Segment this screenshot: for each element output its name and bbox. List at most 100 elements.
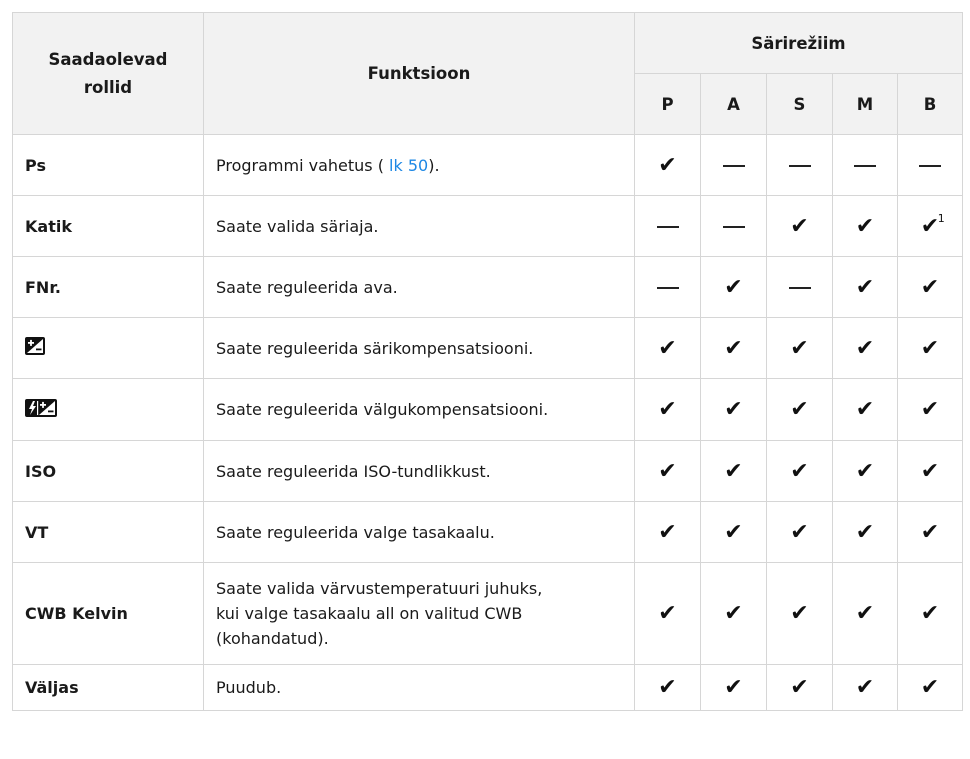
check-icon: ✔ [658, 675, 677, 700]
header-mode-group: Särirežiim [633, 12, 964, 74]
check-icon: ✔ [920, 519, 940, 545]
mode-cell-s: ✔ [766, 195, 833, 257]
header-function: Funktsioon [203, 12, 635, 135]
header-roles: Saadaolevad rollid [12, 12, 204, 135]
role-cell: Katik [12, 195, 204, 257]
function-text-line: Saate valida värvustemperatuuri juhuks, [216, 579, 543, 598]
mode-cell-p [634, 195, 701, 257]
mode-cell-a: ✔ [700, 317, 767, 379]
check-icon: ✔ [790, 335, 809, 361]
function-cell: Saate reguleerida ava. [203, 256, 635, 318]
mode-cell-m: ✔ [832, 378, 898, 441]
mode-cell-s: ✔ [766, 317, 833, 379]
check-icon: ✔ [790, 397, 809, 422]
table-row: FNr. Saate reguleerida ava. ✔ ✔ ✔ [12, 256, 964, 318]
header-mode-b: B [896, 73, 964, 135]
mode-cell-a: ✔ [700, 501, 767, 563]
function-cell: Saate reguleerida särikompensatsiooni. [203, 317, 635, 379]
function-cell: Saate reguleerida valge tasakaalu. [203, 501, 635, 563]
check-icon: ✔ [658, 335, 677, 361]
table-row: Väljas Puudub. ✔ ✔ ✔ ✔ ✔ [12, 664, 964, 711]
check-icon: ✔ [790, 519, 809, 545]
mode-cell-m: ✔ [832, 562, 898, 665]
mode-cell-s: ✔ [766, 501, 833, 563]
mode-cell-m: ✔ [832, 664, 898, 711]
check-icon: ✔ [920, 458, 940, 484]
table-row: Katik Saate valida säriaja. ✔ ✔ ✔ 1 [12, 195, 964, 257]
function-text: Saate reguleerida ava. [216, 277, 398, 297]
check-icon: ✔ [855, 397, 875, 422]
mode-cell-b [896, 134, 964, 196]
dash-icon [722, 165, 745, 167]
check-icon: ✔ [724, 519, 743, 545]
mode-cell-b: ✔ [896, 440, 964, 502]
table-row: Saate reguleerida välgukompensatsiooni. ✔… [12, 378, 964, 441]
check-icon: ✔ [658, 519, 677, 545]
role-cell: ISO [12, 440, 204, 502]
check-icon: ✔ [920, 675, 940, 700]
function-text: Puudub. [216, 678, 282, 697]
mode-cell-m: ✔ [832, 256, 898, 318]
check-icon: ✔ [658, 601, 677, 626]
role-label: VT [25, 522, 49, 542]
function-cell: Saate reguleerida välgukompensatsiooni. [203, 378, 635, 441]
check-icon: ✔ [658, 458, 677, 484]
mode-cell-b: ✔ [896, 664, 964, 711]
mode-cell-s [766, 134, 833, 196]
mode-cell-b: ✔ [896, 317, 964, 379]
mode-cell-a [700, 195, 767, 257]
role-cell: VT [12, 501, 204, 563]
dash-icon [656, 226, 679, 228]
check-icon: ✔ [724, 335, 743, 361]
mode-cell-p: ✔ [634, 562, 701, 665]
function-text: Saate reguleerida välgukompensatsiooni. [216, 400, 549, 419]
function-cell: Puudub. [203, 664, 635, 711]
check-icon: ✔ [724, 601, 743, 626]
mode-cell-a: ✔ [700, 256, 767, 318]
dash-icon [919, 165, 941, 167]
check-icon: ✔ [920, 601, 940, 626]
role-label: FNr. [25, 277, 62, 297]
role-cell: CWB Kelvin [12, 562, 204, 665]
check-icon: ✔ [855, 335, 875, 361]
check-icon: ✔ [724, 397, 743, 422]
mode-cell-b: ✔ 1 [896, 195, 964, 257]
mode-cell-b: ✔ [896, 501, 964, 563]
check-icon: ✔ 1 [920, 211, 945, 239]
check-icon: ✔ [790, 213, 809, 239]
mode-cell-a: ✔ [700, 562, 767, 665]
table-row: VT Saate reguleerida valge tasakaalu. ✔ ✔ ✔ ✔… [12, 501, 964, 563]
check-icon: ✔ [855, 213, 875, 239]
dash-icon [722, 226, 745, 228]
role-label: Ps [25, 155, 46, 175]
function-text-pre: Programmi vahetus ( [216, 155, 390, 175]
mode-cell-s: ✔ [766, 440, 833, 502]
check-icon: ✔ [724, 458, 743, 484]
check-icon: ✔ [855, 519, 875, 545]
roles-table: Saadaolevad rollid Funktsioon Särirežiim… [12, 12, 964, 711]
role-cell: Ps [12, 134, 204, 196]
function-text: Saate reguleerida ISO-tundlikkust. [216, 461, 491, 481]
function-cell: Programmi vahetus ( lk 50). [203, 134, 635, 196]
mode-cell-m: ✔ [832, 317, 898, 379]
header-roles-label: Saadaolevad rollid [48, 49, 168, 97]
header-mode-m: M [832, 73, 898, 135]
mode-cell-m: ✔ [832, 501, 898, 563]
footnote-marker: 1 [937, 211, 945, 225]
mode-cell-s: ✔ [766, 664, 833, 711]
check-icon: ✔ [920, 335, 940, 361]
page-link[interactable]: lk 50 [389, 156, 428, 175]
function-cell: Saate valida säriaja. [203, 195, 635, 257]
dash-icon [788, 287, 811, 289]
mode-cell-m [832, 134, 898, 196]
function-text-post: ). [428, 155, 440, 175]
mode-cell-p: ✔ [634, 134, 701, 196]
table-row: ISO Saate reguleerida ISO-tundlikkust. ✔ ✔ ✔… [12, 440, 964, 502]
role-label: ISO [25, 461, 57, 481]
role-cell: Väljas [12, 664, 204, 711]
header-mode-s: S [766, 73, 833, 135]
function-text: Saate valida säriaja. [216, 216, 379, 236]
header-mode-a: A [700, 73, 767, 135]
header-mode-p: P [634, 73, 701, 135]
dash-icon [788, 165, 811, 167]
